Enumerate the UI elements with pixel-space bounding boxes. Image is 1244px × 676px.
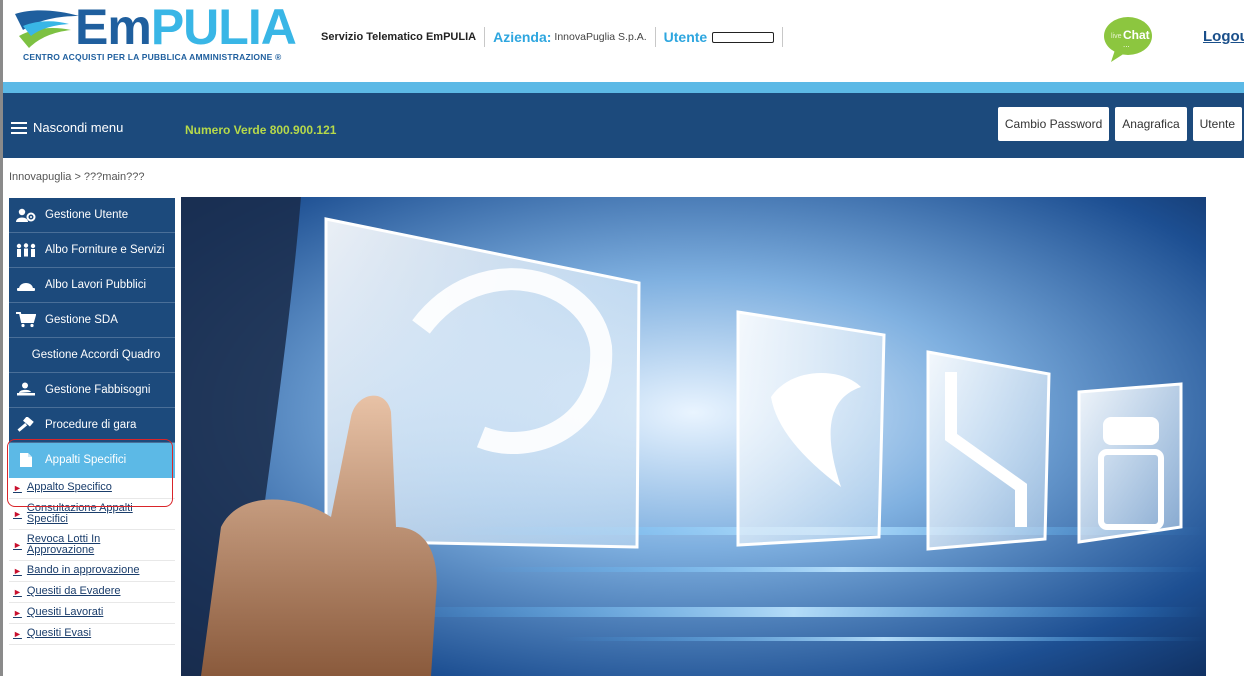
logout-link[interactable]: Logout [1203,28,1244,45]
toggle-menu-button[interactable]: Nascondi menu [11,120,123,135]
sidebar: Gestione Utente Albo Forniture e Servizi… [9,198,175,645]
submenu-bando-approvazione[interactable]: ► Bando in approvazione [9,561,175,582]
divider [484,27,486,47]
hamburger-icon [11,121,27,134]
hardhat-icon [15,277,37,293]
leaf-logo-icon [15,10,79,48]
toggle-menu-label: Nascondi menu [33,120,124,135]
sidebar-item-albo-lavori[interactable]: Albo Lavori Pubblici [9,268,175,303]
arrow-right-icon: ► [13,566,22,576]
sidebar-item-label: Appalti Specifici [45,454,127,466]
logo-wordmark: EmPULIA [75,0,297,55]
sidebar-item-label: Gestione Fabbisogni [45,384,151,396]
sidebar-item-label: Gestione Accordi Quadro [31,349,161,361]
sidebar-item-gestione-utente[interactable]: Gestione Utente [9,198,175,233]
header-stripe [3,82,1244,93]
submenu-revoca-lotti[interactable]: ► Revoca Lotti In Approvazione [9,530,175,561]
submenu-quesiti-evasi[interactable]: ► Quesiti Evasi [9,624,175,645]
arrow-right-icon: ► [13,540,22,550]
sidebar-item-albo-forniture[interactable]: Albo Forniture e Servizi [9,233,175,268]
cambio-password-button[interactable]: Cambio Password [997,107,1110,141]
hero-illustration [181,197,1206,676]
sidebar-item-accordi-quadro[interactable]: Gestione Accordi Quadro [9,338,175,373]
live-chat-icon[interactable]: live Chat ... [1101,14,1153,64]
sidebar-item-gestione-fabbisogni[interactable]: Gestione Fabbisogni [9,373,175,408]
arrow-right-icon: ► [13,509,22,519]
submenu-quesiti-lavorati[interactable]: ► Quesiti Lavorati [9,603,175,624]
sidebar-item-procedure-gara[interactable]: Procedure di gara [9,408,175,443]
redacted-user [712,31,775,43]
utente-label: Utente [663,29,708,45]
sidebar-item-gestione-sda[interactable]: Gestione SDA [9,303,175,338]
top-header: EmPULIA CENTRO ACQUISTI PER LA PUBBLICA … [3,0,1244,82]
numero-verde: Numero Verde 800.900.121 [185,123,337,137]
arrow-right-icon: ► [13,608,22,618]
submenu-appalto-specifico[interactable]: ► Appalto Specifico [9,478,175,499]
cart-icon [15,312,37,328]
sidebar-item-label: Gestione SDA [45,314,118,326]
breadcrumb: Innovapuglia > ???main??? [9,171,145,183]
anagrafica-button[interactable]: Anagrafica [1115,107,1187,141]
navbar: Nascondi menu Numero Verde 800.900.121 C… [3,93,1244,158]
empulia-logo[interactable]: EmPULIA CENTRO ACQUISTI PER LA PUBBLICA … [13,2,297,68]
divider [782,27,784,47]
sidebar-item-appalti-specifici[interactable]: Appalti Specifici [9,443,175,478]
arrow-right-icon: ► [13,629,22,639]
session-info: Servizio Telematico EmPULIA Azienda: Inn… [321,26,791,48]
submenu-consultazione-appalti[interactable]: ► Consultazione Appalti Specifici [9,499,175,530]
person-desk-icon [15,382,37,398]
azienda-label: Azienda: [493,29,552,45]
utente-button[interactable]: Utente [1192,107,1242,141]
sidebar-item-label: Gestione Utente [45,209,129,221]
service-name: Servizio Telematico EmPULIA [321,31,477,43]
logo-subtitle: CENTRO ACQUISTI PER LA PUBBLICA AMMINIST… [23,52,282,62]
azienda-value: InnovaPuglia S.p.A. [554,31,647,43]
svg-text:...: ... [1123,40,1130,49]
sidebar-item-label: Albo Lavori Pubblici [45,279,147,291]
divider [654,27,656,47]
arrow-right-icon: ► [13,483,22,493]
arrow-right-icon: ► [13,587,22,597]
svg-text:live: live [1111,33,1122,40]
gavel-icon [15,417,37,433]
nav-buttons: Cambio Password Anagrafica Utente [992,107,1242,141]
people-icon [15,242,37,258]
submenu-quesiti-evadere[interactable]: ► Quesiti da Evadere [9,582,175,603]
sidebar-item-label: Albo Forniture e Servizi [45,244,165,256]
hero-banner-image [181,197,1206,676]
document-icon [15,452,37,468]
sidebar-item-label: Procedure di gara [45,419,137,431]
users-gear-icon [15,207,37,223]
